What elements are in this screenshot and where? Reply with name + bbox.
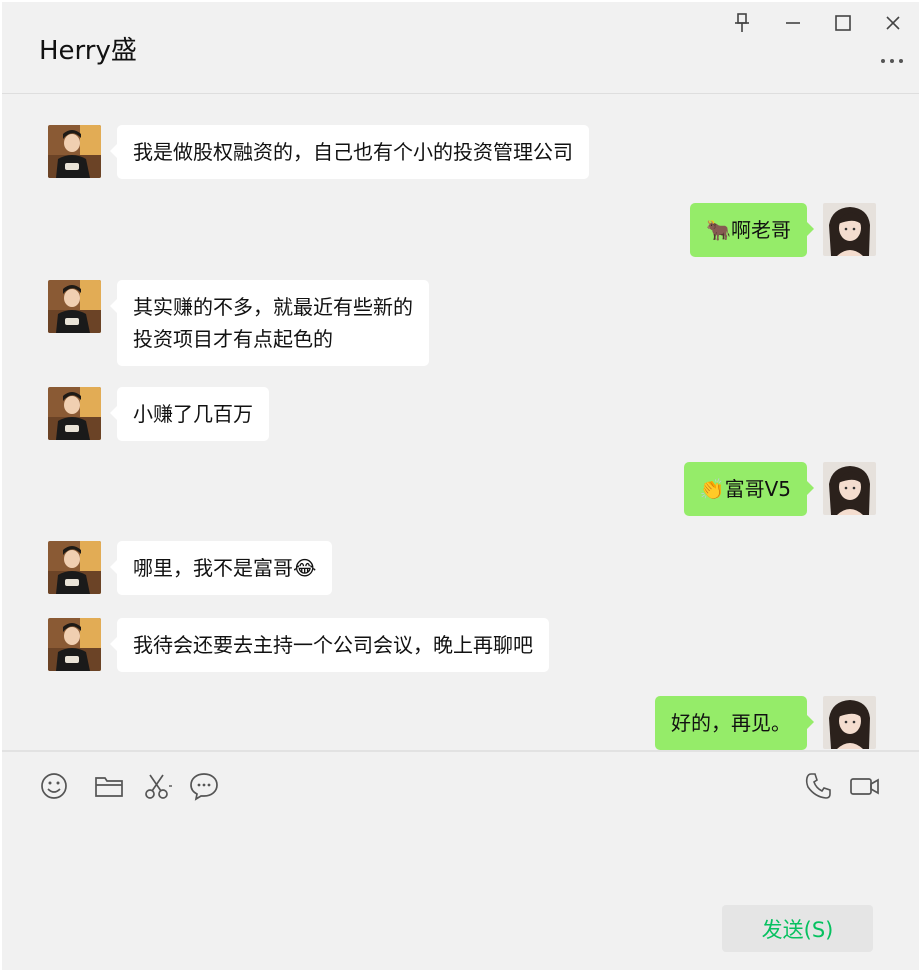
my-avatar[interactable] [823, 203, 876, 256]
message-bubble-outgoing: 好的，再见。 [655, 696, 814, 750]
my-avatar[interactable] [823, 696, 876, 749]
contact-avatar[interactable] [48, 280, 101, 333]
more-icon[interactable] [879, 54, 907, 68]
scissors-icon[interactable] [142, 770, 174, 802]
close-icon[interactable] [880, 10, 906, 36]
chat-window: Herry盛 我是做股权融资的，自己也有个小的投资管理公司 🐂啊老哥 其实赚的不… [2, 2, 919, 970]
message-bubble-outgoing: 👏富哥V5 [683, 462, 815, 516]
pin-icon[interactable] [729, 10, 755, 36]
chat-history-icon[interactable] [188, 770, 220, 802]
minimize-icon[interactable] [780, 10, 806, 36]
message-bubble-incoming: 我是做股权融资的，自己也有个小的投资管理公司 [110, 125, 589, 179]
phone-icon[interactable] [803, 770, 835, 802]
folder-icon[interactable] [93, 770, 125, 802]
message-bubble-incoming: 哪里，我不是富哥😂 [109, 541, 333, 595]
message-item: 🐂啊老哥 [690, 203, 876, 257]
message-item: 👏富哥V5 [683, 462, 876, 516]
emoji-icon[interactable] [38, 770, 70, 802]
contact-avatar[interactable] [48, 618, 101, 671]
message-item: 我待会还要去主持一个公司会议，晚上再聊吧 [48, 618, 549, 672]
message-item: 小赚了几百万 [48, 387, 269, 441]
my-avatar[interactable] [823, 462, 876, 515]
maximize-icon[interactable] [830, 10, 856, 36]
message-bubble-incoming: 其实赚的不多，就最近有些新的 投资项目才有点起色的 [110, 280, 429, 366]
message-bubble-incoming: 我待会还要去主持一个公司会议，晚上再聊吧 [110, 618, 549, 672]
chat-header: Herry盛 [2, 2, 919, 94]
message-item: 其实赚的不多，就最近有些新的 投资项目才有点起色的 [48, 280, 429, 366]
contact-avatar[interactable] [48, 541, 101, 594]
contact-avatar[interactable] [48, 125, 101, 178]
message-bubble-outgoing: 🐂啊老哥 [690, 203, 814, 257]
chat-title: Herry盛 [39, 36, 137, 66]
video-icon[interactable] [849, 770, 881, 802]
message-list[interactable]: 我是做股权融资的，自己也有个小的投资管理公司 🐂啊老哥 其实赚的不多，就最近有些… [2, 95, 919, 750]
contact-avatar[interactable] [48, 387, 101, 440]
message-bubble-incoming: 小赚了几百万 [110, 387, 269, 441]
composer-divider [2, 750, 919, 752]
message-item: 我是做股权融资的，自己也有个小的投资管理公司 [48, 125, 589, 179]
send-button[interactable]: 发送(S) [722, 905, 873, 952]
message-input[interactable] [22, 814, 899, 900]
message-item: 哪里，我不是富哥😂 [48, 541, 333, 595]
message-item: 好的，再见。 [655, 696, 876, 750]
